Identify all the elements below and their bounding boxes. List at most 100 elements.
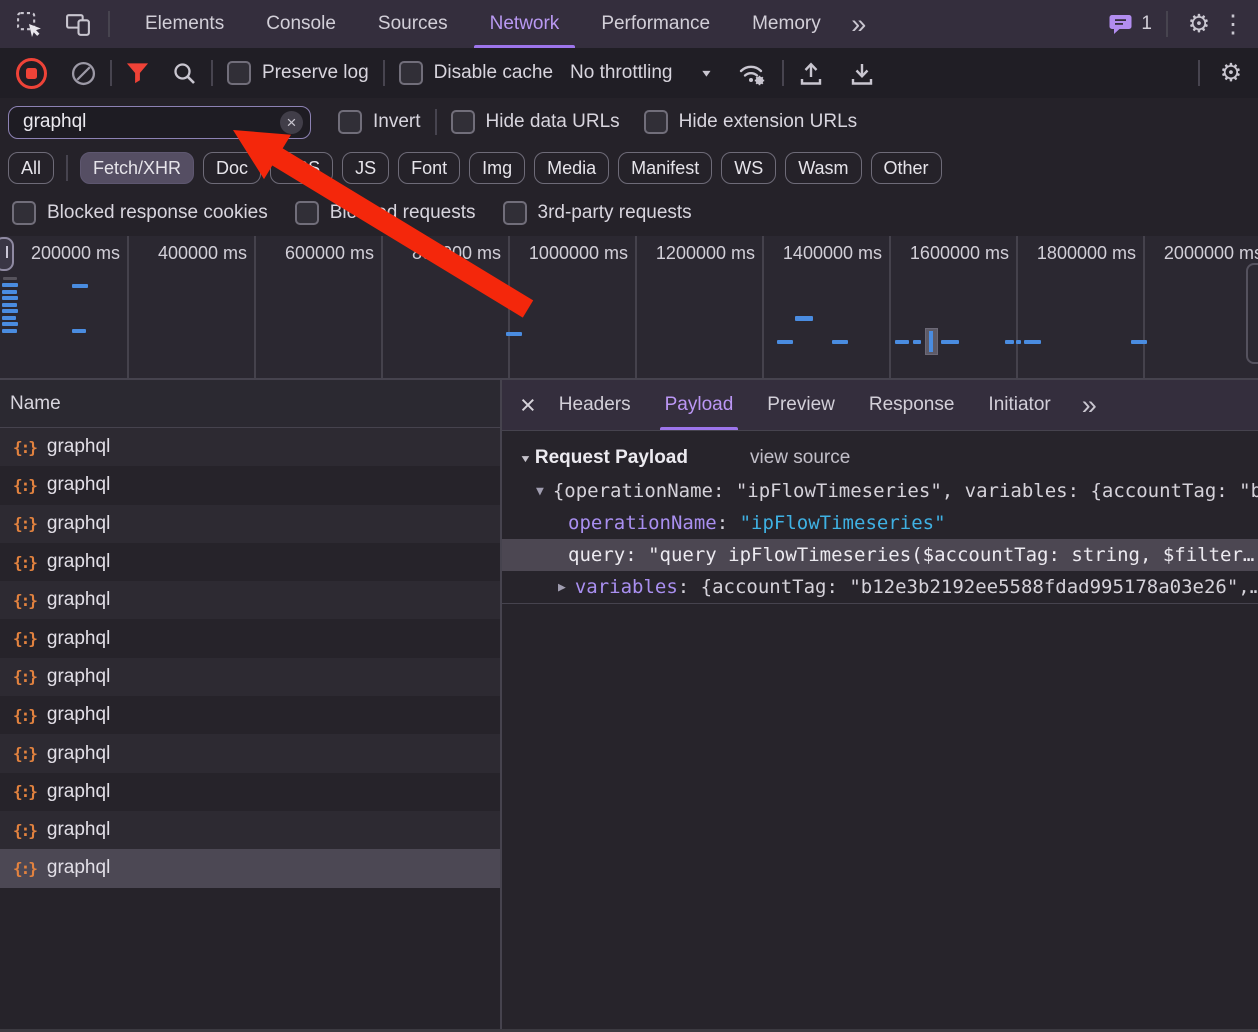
clear-network-log-button[interactable] bbox=[71, 61, 96, 86]
request-row[interactable]: {:} graphql bbox=[0, 466, 500, 504]
request-row[interactable]: {:} graphql bbox=[0, 849, 500, 888]
timeline-request-bar[interactable] bbox=[2, 283, 18, 287]
close-details-icon[interactable]: × bbox=[520, 391, 536, 419]
detail-tab-response[interactable]: Response bbox=[852, 380, 972, 430]
panel-tab-console[interactable]: Console bbox=[245, 0, 357, 48]
device-toolbar-icon[interactable] bbox=[62, 8, 94, 40]
request-row[interactable]: {:} graphql bbox=[0, 619, 500, 657]
request-row[interactable]: {:} graphql bbox=[0, 810, 500, 850]
invert-checkbox[interactable] bbox=[338, 110, 362, 134]
detail-tab-headers[interactable]: Headers bbox=[542, 380, 648, 430]
network-settings-button[interactable]: ⚙ bbox=[1214, 48, 1248, 98]
timeline-request-bar[interactable] bbox=[72, 329, 86, 333]
timeline-request-bar[interactable] bbox=[3, 277, 17, 280]
record-network-log-button[interactable] bbox=[0, 57, 47, 89]
filter-chip-media[interactable]: Media bbox=[534, 152, 610, 184]
filter-chip-doc[interactable]: Doc bbox=[203, 152, 262, 184]
timeline-request-bar[interactable] bbox=[2, 322, 18, 326]
filter-chip-ws[interactable]: WS bbox=[721, 152, 777, 184]
throttling-select[interactable]: No throttling ▼ bbox=[570, 62, 713, 84]
request-row[interactable]: {:} graphql bbox=[0, 773, 500, 811]
payload-tree-row[interactable]: ▶ variables: {accountTag: "b12e3b2192ee55… bbox=[502, 571, 1258, 603]
timeline-request-bar[interactable] bbox=[913, 340, 921, 344]
hide-extension-urls-checkbox[interactable] bbox=[643, 110, 668, 134]
import-har-button[interactable] bbox=[798, 60, 824, 87]
invert-filter-toggle[interactable]: Invert bbox=[338, 110, 421, 134]
filter-chip-fetch-xhr[interactable]: Fetch/XHR bbox=[80, 152, 195, 184]
disable-cache-checkbox[interactable] bbox=[398, 61, 423, 85]
panel-tab-sources[interactable]: Sources bbox=[357, 0, 469, 48]
timeline-request-bar[interactable] bbox=[1024, 340, 1041, 344]
export-har-button[interactable] bbox=[849, 60, 875, 87]
detail-tab-payload[interactable]: Payload bbox=[648, 380, 751, 430]
panel-tab-network[interactable]: Network bbox=[469, 0, 581, 48]
payload-tree-row[interactable]: query: "query ipFlowTimeseries($accountT… bbox=[502, 539, 1258, 571]
payload-expander-icon[interactable]: ▼ bbox=[519, 452, 532, 464]
filter-chip-all[interactable]: All bbox=[8, 152, 55, 184]
search-button[interactable] bbox=[172, 61, 197, 86]
detail-tab-preview[interactable]: Preview bbox=[750, 380, 852, 430]
timeline-request-bar[interactable] bbox=[832, 340, 848, 344]
timeline-request-bar[interactable] bbox=[795, 316, 813, 321]
panel-tab-elements[interactable]: Elements bbox=[124, 0, 245, 48]
overview-right-handle[interactable] bbox=[1246, 263, 1258, 364]
request-row[interactable]: {:} graphql bbox=[0, 504, 500, 543]
expanded-arrow-icon[interactable]: ▼ bbox=[536, 484, 544, 499]
blocked-response-cookies-toggle[interactable]: Blocked response cookies bbox=[12, 201, 268, 225]
inspect-element-icon[interactable] bbox=[13, 8, 45, 40]
timeline-request-bar[interactable] bbox=[72, 284, 88, 288]
name-column-header[interactable]: Name bbox=[0, 380, 500, 428]
filter-text-input[interactable] bbox=[21, 110, 280, 134]
issues-counter-button[interactable]: 1 bbox=[1109, 0, 1152, 48]
timeline-request-bar[interactable] bbox=[2, 309, 18, 313]
view-source-link[interactable]: view source bbox=[750, 447, 850, 469]
more-detail-tabs-icon[interactable]: » bbox=[1082, 391, 1097, 419]
detail-tab-initiator[interactable]: Initiator bbox=[971, 380, 1067, 430]
timeline-request-bar[interactable] bbox=[777, 340, 793, 344]
panel-tab-performance[interactable]: Performance bbox=[580, 0, 731, 48]
timeline-request-bar[interactable] bbox=[2, 316, 16, 320]
blocked-requests-toggle[interactable]: Blocked requests bbox=[294, 201, 476, 225]
filter-chip-manifest[interactable]: Manifest bbox=[618, 152, 713, 184]
filter-chip-other[interactable]: Other bbox=[870, 152, 942, 184]
blocked-response-cookies-checkbox[interactable] bbox=[12, 201, 36, 225]
settings-gear-icon[interactable]: ⚙ bbox=[1182, 0, 1216, 48]
preserve-log-checkbox[interactable] bbox=[227, 61, 251, 85]
filter-chip-js[interactable]: JS bbox=[342, 152, 390, 184]
timeline-request-bar[interactable] bbox=[895, 340, 909, 344]
request-row[interactable]: {:} graphql bbox=[0, 543, 500, 581]
preserve-log-toggle[interactable]: Preserve log bbox=[227, 61, 369, 85]
timeline-request-bar[interactable] bbox=[1016, 340, 1021, 344]
hide-data-urls-checkbox[interactable] bbox=[450, 110, 475, 134]
collapsed-arrow-icon[interactable]: ▶ bbox=[558, 580, 566, 595]
filter-chip-wasm[interactable]: Wasm bbox=[785, 152, 862, 184]
request-row[interactable]: {:} graphql bbox=[0, 734, 500, 773]
timeline-request-bar[interactable] bbox=[2, 296, 18, 300]
request-row[interactable]: {:} graphql bbox=[0, 581, 500, 620]
3rd-party-requests-toggle[interactable]: 3rd-party requests bbox=[502, 201, 692, 225]
timeline-request-bar[interactable] bbox=[2, 303, 17, 307]
more-panels-icon[interactable]: » bbox=[842, 0, 876, 48]
timeline-request-bar[interactable] bbox=[1131, 340, 1147, 344]
network-overview-timeline[interactable]: 200000 ms 400000 ms 600000 ms 800000 ms 1000… bbox=[0, 236, 1258, 380]
overview-left-handle[interactable] bbox=[0, 237, 14, 271]
filter-chip-css[interactable]: CSS bbox=[270, 152, 334, 184]
hide-extension-urls-toggle[interactable]: Hide extension URLs bbox=[643, 110, 857, 134]
request-row[interactable]: {:} graphql bbox=[0, 657, 500, 697]
hide-data-urls-toggle[interactable]: Hide data URLs bbox=[450, 110, 620, 134]
clear-filter-icon[interactable]: × bbox=[280, 110, 303, 134]
network-conditions-button[interactable] bbox=[737, 60, 768, 86]
request-row[interactable]: {:} graphql bbox=[0, 428, 500, 467]
request-row[interactable]: {:} graphql bbox=[0, 696, 500, 734]
payload-tree-row[interactable]: operationName: "ipFlowTimeseries" bbox=[502, 507, 1258, 539]
timeline-request-bar[interactable] bbox=[2, 290, 17, 294]
filter-input-box[interactable]: × bbox=[8, 105, 311, 139]
timeline-request-bar[interactable] bbox=[1005, 340, 1014, 344]
disable-cache-toggle[interactable]: Disable cache bbox=[398, 61, 553, 85]
timeline-request-bar[interactable] bbox=[2, 329, 17, 333]
timeline-request-bar[interactable] bbox=[506, 332, 522, 336]
panel-tab-memory[interactable]: Memory bbox=[731, 0, 842, 48]
filter-chip-img[interactable]: Img bbox=[469, 152, 526, 184]
3rd-party-requests-checkbox[interactable] bbox=[502, 201, 527, 225]
payload-tree-row[interactable]: ▼ {operationName: "ipFlowTimeseries", var… bbox=[502, 475, 1258, 507]
